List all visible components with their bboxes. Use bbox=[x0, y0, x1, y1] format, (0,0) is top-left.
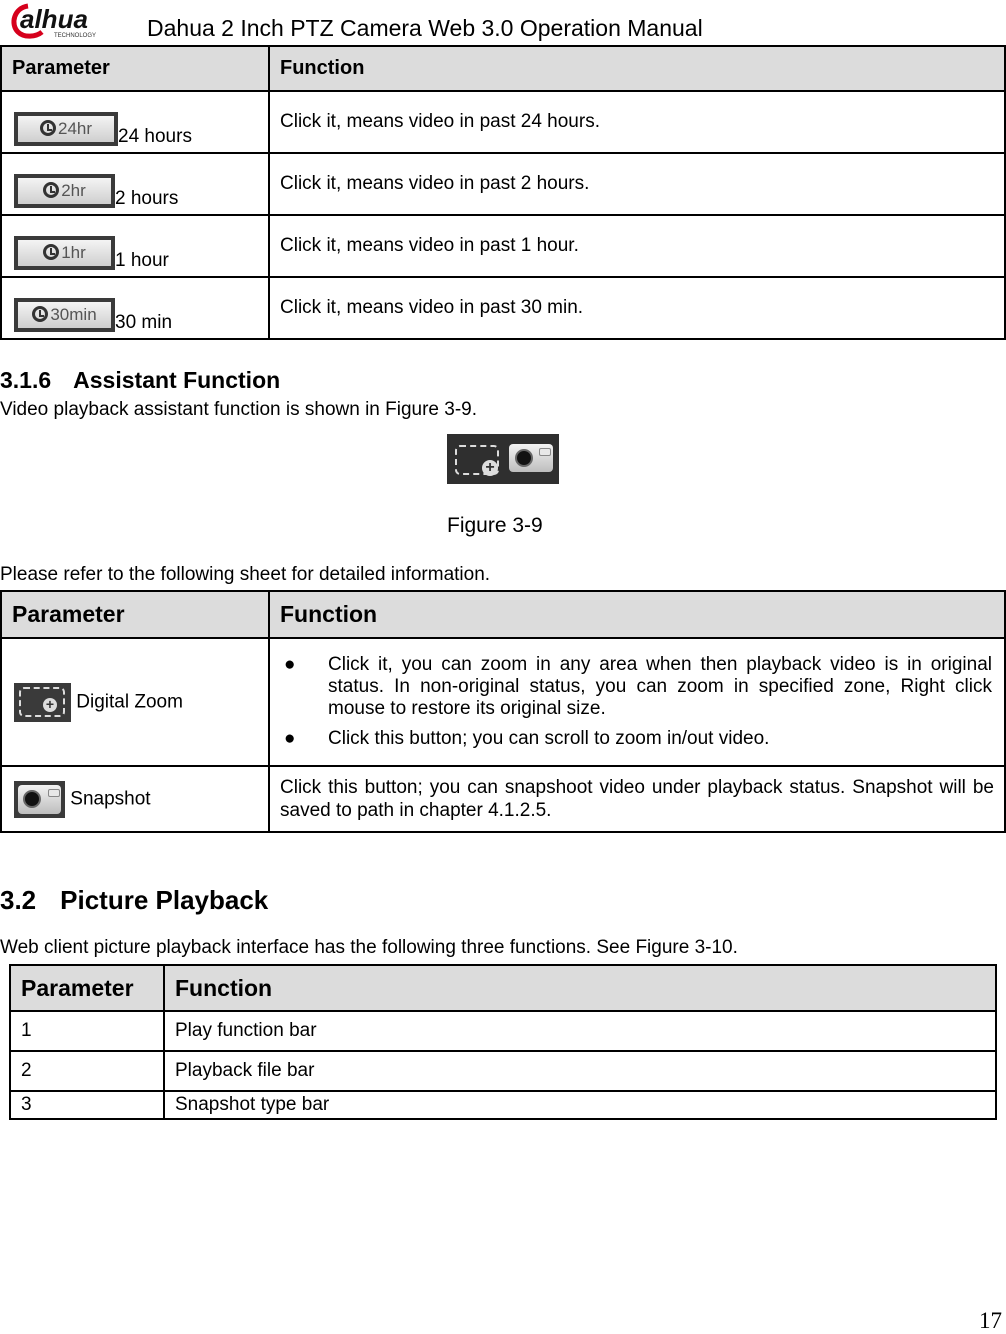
header-function: Function bbox=[268, 45, 1006, 92]
header-function: Function bbox=[163, 964, 997, 1012]
function-cell: Click it, means video in past 1 hour. bbox=[268, 214, 1006, 278]
table-row: Snapshot Click this button; you can snap… bbox=[0, 765, 1006, 833]
param-cell: 2 bbox=[9, 1050, 165, 1092]
function-cell: Click it, means video in past 30 min. bbox=[268, 276, 1006, 340]
header-parameter: Parameter bbox=[0, 590, 270, 639]
section-number: 3.1.6 bbox=[0, 367, 52, 393]
digital-zoom-icon[interactable]: + bbox=[455, 445, 499, 476]
picture-playback-table: Parameter Function 1 Play function bar 2… bbox=[9, 964, 997, 1120]
plus-icon: + bbox=[482, 460, 498, 476]
logo-subtext: TECHNOLOGY bbox=[54, 33, 96, 39]
section-intro: Web client picture playback interface ha… bbox=[0, 937, 738, 958]
table-row: 2 Playback file bar bbox=[9, 1050, 997, 1092]
function-cell: Playback file bar bbox=[163, 1050, 997, 1092]
snapshot-camera-icon[interactable] bbox=[509, 444, 553, 472]
document-title: Dahua 2 Inch PTZ Camera Web 3.0 Operatio… bbox=[147, 15, 703, 41]
header-function: Function bbox=[268, 590, 1006, 639]
param-cell: 1hr 1 hour bbox=[0, 214, 270, 278]
section-title: Picture Playback bbox=[60, 885, 269, 915]
time-2hr-button[interactable]: 2hr bbox=[14, 174, 115, 208]
param-label: 30 min bbox=[115, 312, 173, 333]
sheet-note: Please refer to the following sheet for … bbox=[0, 564, 491, 585]
digital-zoom-icon[interactable]: + bbox=[14, 682, 71, 722]
table-row: 1 Play function bar bbox=[9, 1010, 997, 1052]
table-row: 3 Snapshot type bar bbox=[9, 1090, 997, 1120]
snapshot-camera-icon[interactable] bbox=[14, 780, 65, 818]
table-row: + Digital Zoom ● Click it, you can zoom i… bbox=[0, 637, 1006, 767]
figure-3-9-toolbar: + bbox=[447, 434, 559, 484]
table-header-row: Parameter Function bbox=[0, 590, 1006, 639]
param-label: 2 hours bbox=[115, 188, 179, 209]
param-cell: 30min 30 min bbox=[0, 276, 270, 340]
section-heading-3-1-6: 3.1.6 Assistant Function bbox=[0, 367, 280, 394]
button-label: 24hr bbox=[57, 119, 93, 138]
param-label: 24 hours bbox=[118, 126, 192, 147]
section-intro: Video playback assistant function is sho… bbox=[0, 399, 478, 420]
time-range-table: Parameter Function 24hr 24 hours Click it… bbox=[0, 45, 1006, 340]
bullet-item: ● Click this button; you can scroll to zo… bbox=[284, 728, 770, 749]
button-label: 2hr bbox=[61, 181, 86, 200]
figure-caption: Figure 3-9 bbox=[447, 514, 543, 537]
button-label: 1hr bbox=[61, 243, 86, 262]
param-label: Digital Zoom bbox=[76, 691, 183, 713]
assistant-function-table: Parameter Function + Digital Zoom ● Click… bbox=[0, 590, 1006, 833]
table-row: 24hr 24 hours Click it, means video in pa… bbox=[0, 90, 1006, 154]
param-cell: + Digital Zoom bbox=[0, 637, 270, 767]
section-title: Assistant Function bbox=[73, 367, 281, 393]
table-row: 1hr 1 hour Click it, means video in past … bbox=[0, 214, 1006, 278]
clock-icon bbox=[39, 119, 56, 136]
dahua-logo: alhua TECHNOLOGY bbox=[10, 2, 128, 40]
camera-lens bbox=[515, 449, 533, 467]
camera-flash bbox=[539, 448, 551, 456]
function-cell: Snapshot type bar bbox=[163, 1090, 997, 1120]
param-label: 1 hour bbox=[115, 250, 169, 271]
header-parameter: Parameter bbox=[0, 45, 270, 92]
logo-text: alhua bbox=[20, 4, 88, 34]
clock-icon bbox=[43, 181, 60, 198]
table-row: 30min 30 min Click it, means video in pas… bbox=[0, 276, 1006, 340]
function-cell: Click this button; you can snapshoot vid… bbox=[268, 765, 1006, 833]
section-number: 3.2 bbox=[0, 885, 37, 915]
table-row: 2hr 2 hours Click it, means video in past… bbox=[0, 152, 1006, 216]
time-24hr-button[interactable]: 24hr bbox=[14, 112, 118, 146]
param-cell: 2hr 2 hours bbox=[0, 152, 270, 216]
page-number: 17 bbox=[979, 1308, 1002, 1333]
param-cell: 1 bbox=[9, 1010, 165, 1052]
button-label: 30min bbox=[50, 305, 97, 324]
function-cell: ● Click it, you can zoom in any area when… bbox=[268, 637, 1006, 767]
bullet-item: ● Click it, you can zoom in any area when… bbox=[284, 654, 992, 719]
function-cell: Click it, means video in past 2 hours. bbox=[268, 152, 1006, 216]
time-1hr-button[interactable]: 1hr bbox=[14, 236, 115, 270]
param-cell: 24hr 24 hours bbox=[0, 90, 270, 154]
table-header-row: Parameter Function bbox=[0, 45, 1006, 92]
function-cell: Click it, means video in past 24 hours. bbox=[268, 90, 1006, 154]
param-cell: Snapshot bbox=[0, 765, 270, 833]
plus-icon: + bbox=[43, 697, 57, 712]
param-label: Snapshot bbox=[70, 788, 151, 810]
function-cell: Play function bar bbox=[163, 1010, 997, 1052]
table-header-row: Parameter Function bbox=[9, 964, 997, 1012]
section-heading-3-2: 3.2 Picture Playback bbox=[0, 885, 268, 916]
clock-icon bbox=[43, 243, 60, 260]
header-parameter: Parameter bbox=[9, 964, 165, 1012]
time-30min-button[interactable]: 30min bbox=[14, 298, 115, 332]
param-cell: 3 bbox=[9, 1090, 165, 1120]
clock-icon bbox=[32, 305, 49, 322]
